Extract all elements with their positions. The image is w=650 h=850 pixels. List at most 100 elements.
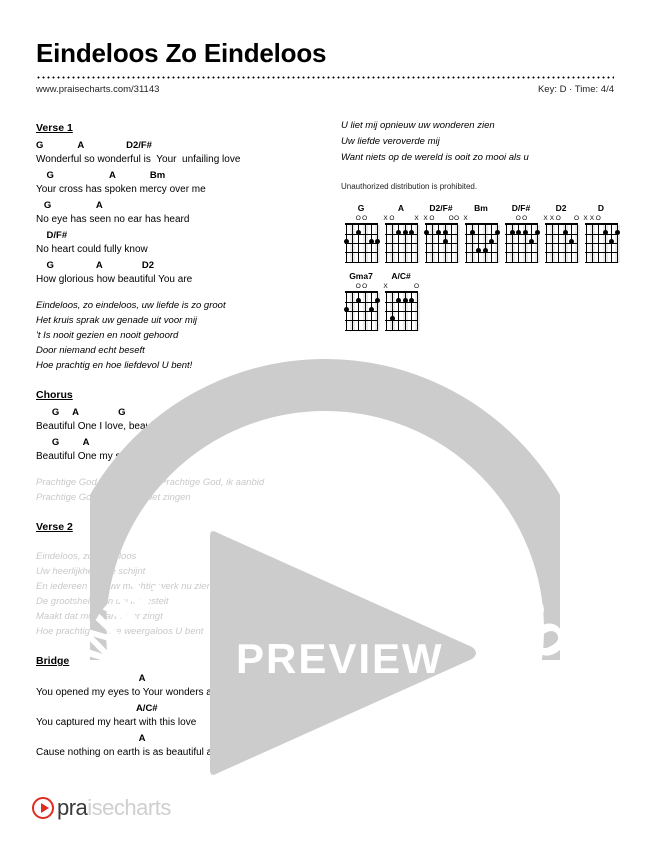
chord-open-mute-markers: OO	[345, 282, 378, 291]
fretboard	[343, 223, 380, 263]
chord-diagram: AXOX	[381, 203, 421, 263]
page-title: Eindeloos Zo Eindeloos	[36, 38, 327, 68]
open-string-marker: O	[522, 215, 528, 222]
muted-string-marker: X	[383, 283, 388, 290]
chord-line: D/F#	[36, 230, 68, 241]
chord-open-mute-markers: XXOO	[543, 214, 579, 223]
chord-line: A/C#	[36, 703, 158, 714]
song-section: Chorus G A G Beautiful One I love, beauti…	[36, 385, 326, 505]
chord-line: G A Bm	[36, 170, 166, 181]
fretboard	[464, 223, 500, 263]
translation-block: Eindeloos, zo eindeloos Uw heerlijkheid d…	[36, 549, 326, 639]
chord-diagram: D2 X X O O	[541, 203, 581, 263]
muted-string-marker: X	[583, 215, 588, 222]
chord-diagram-name: Bm	[474, 203, 488, 213]
fret-dot	[614, 230, 620, 235]
lyric-line: No heart could fully know	[36, 244, 148, 255]
muted-string-marker: X	[383, 215, 388, 222]
chord-diagram-name: A/C#	[391, 271, 411, 281]
lyric-line: You captured my heart with this love	[36, 717, 197, 728]
chord-diagram: DXXO	[581, 203, 621, 263]
fretboard	[384, 291, 420, 331]
chord-diagram: D2/F# X O O O	[421, 203, 461, 263]
song-section: Verse 1 G A D2/F# Wonderful so wonderful i…	[36, 118, 326, 373]
header-divider	[36, 76, 614, 79]
open-string-marker: O	[355, 283, 361, 290]
open-string-marker: O	[362, 215, 368, 222]
chord-chart-page: Eindeloos Zo Eindeloos www.praisecharts.…	[0, 0, 650, 850]
chord-diagram-name: G	[357, 203, 365, 213]
fretboard	[584, 223, 620, 263]
play-icon	[32, 797, 54, 819]
fret-dot	[389, 316, 395, 321]
section-label: Verse 2	[36, 521, 73, 533]
translation-line: Eindeloos, zo eindeloos	[36, 551, 137, 562]
open-string-marker: O	[413, 283, 420, 290]
lyric-line: Uw liefde veroverde mij	[341, 136, 440, 147]
fret-dot	[343, 307, 349, 312]
chord-diagram-grid: G O O A X O X D2/F# X O O O Bm X D/F# O O D2 X X O O D X X O Gma7 O…	[341, 203, 621, 339]
lyric-line: You opened my eyes to Your wonders anew	[36, 687, 231, 698]
fret-dot	[442, 230, 448, 235]
fret-dot	[343, 239, 349, 244]
fret-dot	[494, 230, 500, 235]
chord-line: G A	[36, 437, 90, 448]
muted-string-marker: X	[543, 215, 548, 222]
fretboard	[423, 223, 460, 263]
muted-string-marker: X	[589, 215, 595, 222]
song-section: Verse 2 Eindeloos, zo eindeloos Uw heerlij…	[36, 517, 326, 639]
chord-diagram-name: Gma7	[349, 271, 373, 281]
fretboard	[544, 223, 580, 263]
fret-dot	[442, 239, 448, 244]
section-label: Bridge	[36, 655, 70, 667]
lyric-line: Want niets op de wereld is ooit zo mooi …	[341, 152, 529, 163]
logo-text-visible: pra	[57, 795, 88, 820]
translation-line: Hoe prachtig en hoe liefdevol U bent!	[36, 360, 193, 371]
open-string-marker: O	[429, 215, 435, 222]
chord-open-mute-markers: XOX	[383, 214, 418, 223]
lyric-line: Beautiful One my soul must sing	[36, 451, 180, 462]
chord-diagram: Gma7 O O	[341, 271, 381, 331]
logo-wordmark: praisecharts	[57, 795, 171, 821]
section-label: Verse 1	[36, 122, 73, 134]
fretboard	[343, 291, 380, 331]
fret-dot	[534, 230, 540, 235]
fret-dot	[562, 230, 568, 235]
logo-text-dim: isecharts	[87, 795, 171, 820]
chord-diagram-name: D	[597, 203, 605, 213]
muted-string-marker: X	[463, 215, 468, 222]
translation-line: Prachtige God, mijn ziel moet zingen	[36, 492, 191, 503]
fretboard	[504, 223, 540, 263]
lyric-line: How glorious how beautiful You are	[36, 274, 193, 285]
lyric-line: U liet mij opnieuw uw wonderen zien	[341, 120, 495, 131]
fret-dot	[402, 298, 408, 303]
fret-dot	[469, 230, 475, 235]
chord-line: G A D2	[36, 260, 155, 271]
lyric-line: Your cross has spoken mercy over me	[36, 184, 206, 195]
fretboard	[384, 223, 420, 263]
open-string-marker: O	[555, 215, 561, 222]
translation-line: Prachtige God, ik hou van U, Prachtige G…	[36, 477, 265, 488]
fret-dot	[423, 230, 429, 235]
muted-string-marker: X	[549, 215, 555, 222]
section-label: Chorus	[36, 389, 73, 401]
open-string-marker: O	[362, 283, 368, 290]
translation-line: Door niemand echt beseft	[36, 345, 145, 356]
chord-diagram-name: D2	[555, 203, 567, 213]
chord-open-mute-markers: OO	[505, 214, 538, 223]
open-string-marker: O	[595, 215, 601, 222]
chord-diagram: A/C# X O	[381, 271, 421, 331]
translation-line: Uw heerlijkheid die schijnt	[36, 566, 146, 577]
lyric-line: No eye has seen no ear has heard	[36, 214, 190, 225]
fret-dot	[482, 248, 488, 253]
praisecharts-logo[interactable]: praisecharts	[32, 795, 171, 821]
open-string-marker: O	[389, 215, 395, 222]
chord-diagram-name: D2/F#	[429, 203, 453, 213]
chord-line: G A D2/F#	[36, 140, 152, 151]
lyric-line: Beautiful One I love, beautiful One	[36, 421, 189, 432]
chord-line: A	[36, 733, 146, 744]
open-string-marker: O	[515, 215, 521, 222]
fret-dot	[522, 230, 528, 235]
translation-line: Maakt dat mijn hart weer zingt	[36, 611, 163, 622]
preview-label: PREVIEW	[236, 635, 444, 682]
